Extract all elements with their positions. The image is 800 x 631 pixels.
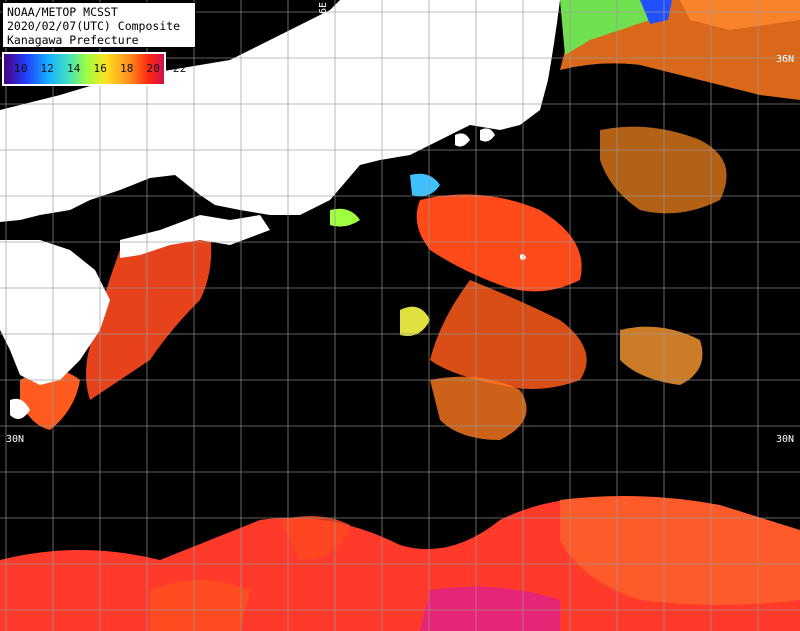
map-title-box: NOAA/METOP MCSST 2020/02/07(UTC) Composi… — [2, 2, 196, 48]
colorbar-tick: 18 — [119, 62, 134, 75]
title-line-1: NOAA/METOP MCSST — [7, 5, 118, 19]
map-canvas — [0, 0, 800, 631]
title-line-2: 2020/02/07(UTC) Composite — [7, 19, 181, 33]
colorbar-tick: 10 — [14, 62, 28, 75]
lat-label-36n: 36N — [776, 54, 795, 65]
colorbar-tick: 20 — [146, 62, 161, 75]
sst-map: NOAA/METOP MCSST 2020/02/07(UTC) Composi… — [0, 0, 800, 631]
colorbar-ticks: 10 12 14 16 18 20 22 — [14, 62, 193, 75]
title-line-3: Kanagawa Prefecture — [7, 33, 139, 47]
temperature-colorbar: 10 12 14 16 18 20 22 — [2, 52, 186, 86]
colorbar-tick: 14 — [66, 62, 81, 75]
lon-label-136e: 136E — [318, 2, 329, 27]
colorbar-tick: 22 — [172, 62, 187, 75]
colorbar-tick: 16 — [93, 62, 108, 75]
lat-label-30n-right: 30N — [776, 434, 795, 445]
lat-label-30n-left: 30N — [6, 434, 25, 445]
colorbar-tick: 12 — [40, 62, 55, 75]
